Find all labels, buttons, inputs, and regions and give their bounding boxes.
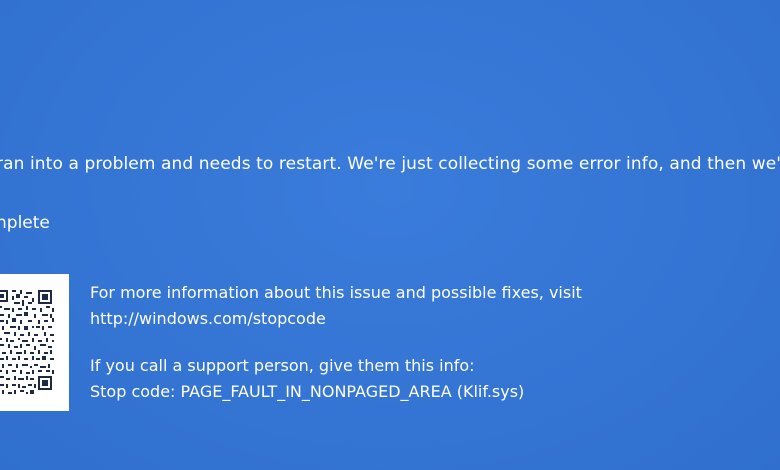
info-block: For more information about this issue an…	[90, 280, 582, 405]
qr-code-icon	[0, 290, 54, 394]
progress-text: nplete	[0, 213, 50, 233]
more-info-text: For more information about this issue an…	[90, 283, 582, 302]
error-message: ran into a problem and needs to restart.…	[0, 154, 780, 174]
support-text: If you call a support person, give them …	[90, 356, 475, 375]
bsod-screen: ran into a problem and needs to restart.…	[0, 0, 780, 470]
qr-code	[0, 274, 69, 411]
stop-code: Stop code: PAGE_FAULT_IN_NONPAGED_AREA (…	[90, 382, 525, 401]
stopcode-url: http://windows.com/stopcode	[90, 309, 326, 328]
